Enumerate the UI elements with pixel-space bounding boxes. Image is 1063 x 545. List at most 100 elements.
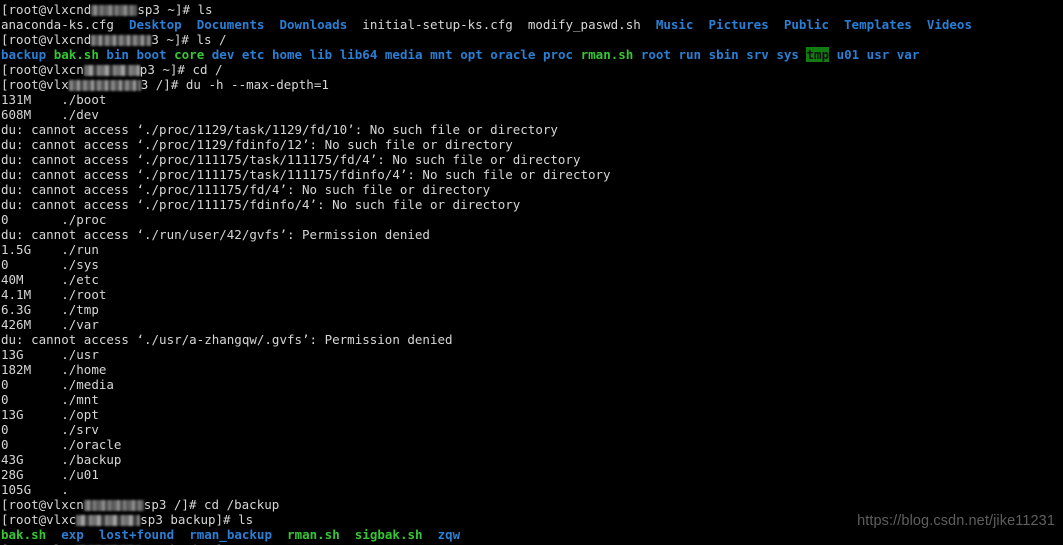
du-size-row: 0 ./mnt bbox=[1, 392, 1063, 407]
du-size-row: 1.5G ./run bbox=[1, 242, 1063, 257]
du-error-text: du: cannot access ‘./proc/1129/task/1129… bbox=[1, 122, 558, 137]
ls-entry-anaconda-ks.cfg: anaconda-ks.cfg bbox=[1, 17, 114, 32]
du-path: . bbox=[61, 482, 69, 497]
du-size-row: 0 ./sys bbox=[1, 257, 1063, 272]
du-pad bbox=[9, 212, 62, 227]
command-ls-backup: ls bbox=[238, 512, 254, 527]
du-pad bbox=[9, 257, 62, 272]
ls-entry-boot: boot bbox=[136, 47, 167, 62]
prompt-user-host-3: [root@vlxcn bbox=[1, 62, 84, 77]
ls-entry-var: var bbox=[896, 47, 920, 62]
ls-entry-dev: dev bbox=[211, 47, 235, 62]
du-size-row: 131M ./boot bbox=[1, 92, 1063, 107]
du-pad bbox=[24, 452, 62, 467]
ls-entry-tmp: tmp bbox=[806, 47, 830, 62]
du-pad bbox=[31, 302, 61, 317]
du-path: ./home bbox=[61, 362, 107, 377]
du-pad bbox=[24, 407, 62, 422]
du-size: 0 bbox=[1, 212, 9, 227]
prompt-tail-3: p3 ~]# bbox=[139, 62, 193, 77]
du-size: 13G bbox=[1, 347, 24, 362]
du-path: ./boot bbox=[61, 92, 107, 107]
du-path: ./root bbox=[61, 287, 107, 302]
hostname-redaction bbox=[83, 65, 140, 76]
ls-gap bbox=[829, 17, 844, 32]
prompt-line-3: [root@vlxcn p3 ~]# cd / bbox=[1, 62, 1063, 77]
prompt-user-host-4: [root@vlx bbox=[1, 77, 69, 92]
du-path: ./backup bbox=[61, 452, 122, 467]
du-path: ./mnt bbox=[61, 392, 99, 407]
du-size: 0 bbox=[1, 422, 9, 437]
prompt-tail-4: 3 /]# bbox=[140, 77, 186, 92]
ls-gap bbox=[347, 17, 362, 32]
du-error-row: du: cannot access ‘./run/user/42/gvfs’: … bbox=[1, 227, 1063, 242]
du-size-row: 0 ./srv bbox=[1, 422, 1063, 437]
ls-entry-backup: backup bbox=[1, 47, 47, 62]
ls-entry-sigbak.sh: sigbak.sh bbox=[354, 527, 423, 542]
root-listing-row: backup bak.sh bin boot core dev etc home… bbox=[1, 47, 1063, 62]
du-size: 426M bbox=[1, 317, 32, 332]
du-size-row: 426M ./var bbox=[1, 317, 1063, 332]
du-pad bbox=[31, 362, 61, 377]
ls-gap bbox=[204, 47, 212, 62]
du-size-row: 40M ./etc bbox=[1, 272, 1063, 287]
prompt-tail-6: sp3 backup]# bbox=[140, 512, 239, 527]
hostname-redaction bbox=[76, 515, 141, 526]
ls-entry-bak.sh: bak.sh bbox=[53, 47, 99, 62]
du-size: 131M bbox=[1, 92, 32, 107]
du-path: ./run bbox=[61, 242, 99, 257]
ls-entry-opt: opt bbox=[460, 47, 483, 62]
du-path: ./tmp bbox=[61, 302, 99, 317]
prompt-user-host-2: [root@vlxcnd bbox=[1, 32, 92, 47]
ls-entry-etc: etc bbox=[241, 47, 265, 62]
du-error-text: du: cannot access ‘./proc/111175/fd/4’: … bbox=[1, 182, 491, 197]
ls-gap bbox=[264, 47, 272, 62]
ls-gap bbox=[340, 527, 355, 542]
du-pad bbox=[31, 317, 61, 332]
prompt-tail-2: 3 ~]# bbox=[151, 32, 197, 47]
ls-entry-bak.sh: bak.sh bbox=[1, 527, 47, 542]
ls-entry-sbin: sbin bbox=[708, 47, 739, 62]
ls-gap bbox=[633, 47, 641, 62]
ls-entry-modify_paswd.sh: modify_paswd.sh bbox=[527, 17, 641, 32]
ls-gap bbox=[513, 17, 528, 32]
ls-entry-initial-setup-ks.cfg: initial-setup-ks.cfg bbox=[362, 17, 513, 32]
ls-gap bbox=[912, 17, 927, 32]
du-error-row: du: cannot access ‘./usr/a-zhangqw/.gvfs… bbox=[1, 332, 1063, 347]
ls-entry-Desktop: Desktop bbox=[128, 17, 182, 32]
ls-entry-oracle: oracle bbox=[490, 47, 536, 62]
du-size: 28G bbox=[1, 467, 24, 482]
du-size-row: 6.3G ./tmp bbox=[1, 302, 1063, 317]
du-error-text: du: cannot access ‘./usr/a-zhangqw/.gvfs… bbox=[1, 332, 453, 347]
du-pad bbox=[31, 107, 61, 122]
prompt-user-host-5: [root@vlxcn bbox=[1, 497, 84, 512]
du-size-row: 0 ./oracle bbox=[1, 437, 1063, 452]
du-size-row: 28G ./u01 bbox=[1, 467, 1063, 482]
home-listing-row: anaconda-ks.cfg Desktop Documents Downlo… bbox=[1, 17, 1063, 32]
du-size-row: 43G ./backup bbox=[1, 452, 1063, 467]
du-size: 43G bbox=[1, 452, 24, 467]
command-du: du -h --max-depth=1 bbox=[185, 77, 329, 92]
ls-entry-lib64: lib64 bbox=[339, 47, 378, 62]
ls-entry-lib: lib bbox=[309, 47, 333, 62]
ls-entry-media: media bbox=[384, 47, 423, 62]
du-pad bbox=[9, 392, 62, 407]
du-path: ./opt bbox=[61, 407, 99, 422]
ls-entry-Templates: Templates bbox=[844, 17, 912, 32]
ls-entry-Public: Public bbox=[783, 17, 829, 32]
command-cd-backup: cd /backup bbox=[204, 497, 280, 512]
du-error-row: du: cannot access ‘./proc/111175/fd/4’: … bbox=[1, 182, 1063, 197]
ls-entry-root: root bbox=[640, 47, 671, 62]
ls-entry-srv: srv bbox=[746, 47, 769, 62]
terminal-window[interactable]: [root@vlxcnd sp3 ~]# ls anaconda-ks.cfg D… bbox=[0, 0, 1063, 545]
ls-gap bbox=[114, 17, 129, 32]
du-error-row: du: cannot access ‘./proc/1129/fdinfo/12… bbox=[1, 137, 1063, 152]
hostname-redaction bbox=[68, 80, 141, 91]
ls-entry-Documents: Documents bbox=[196, 17, 265, 32]
du-pad bbox=[31, 242, 61, 257]
du-error-text: du: cannot access ‘./proc/111175/fdinfo/… bbox=[1, 197, 521, 212]
du-error-row: du: cannot access ‘./proc/111175/fdinfo/… bbox=[1, 197, 1063, 212]
du-path: ./etc bbox=[61, 272, 99, 287]
ls-gap bbox=[377, 47, 385, 62]
prompt-line-4: [root@vlx 3 /]# du -h --max-depth=1 bbox=[1, 77, 1063, 92]
